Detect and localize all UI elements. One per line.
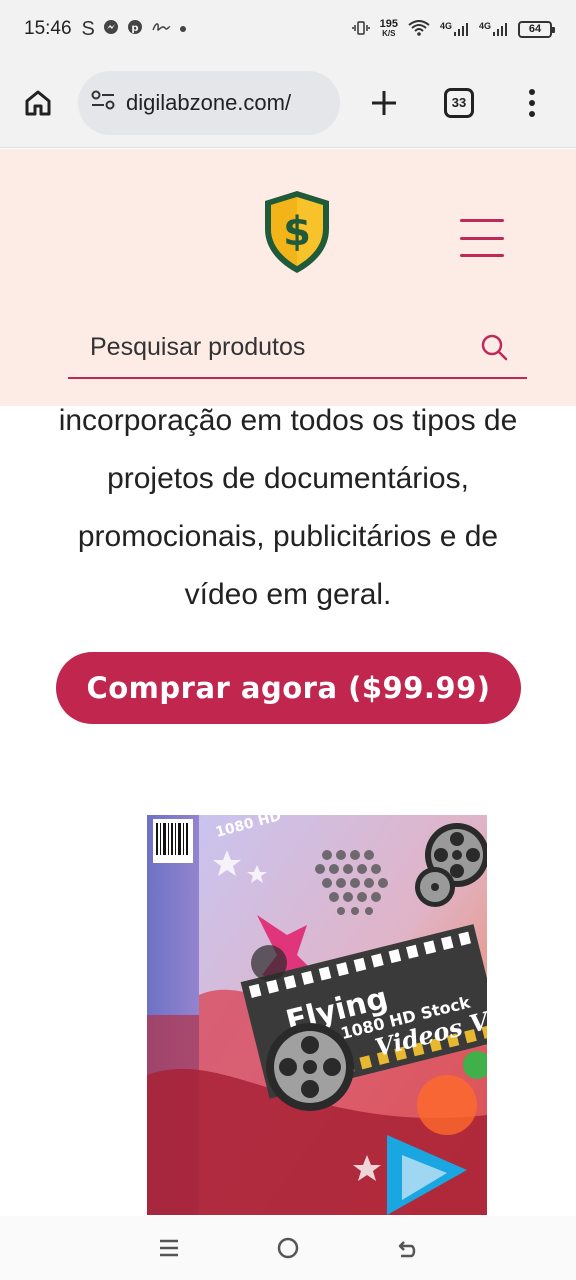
- url-text[interactable]: digilabzone.com/: [126, 90, 291, 116]
- description-line: vídeo em geral.: [184, 578, 392, 611]
- shield-dollar-logo[interactable]: $: [262, 189, 332, 275]
- plus-icon: [372, 90, 396, 115]
- recent-apps-button[interactable]: [154, 1233, 184, 1263]
- battery-icon: 64: [518, 20, 555, 38]
- hamburger-line: [460, 236, 504, 240]
- home-icon: [25, 90, 51, 115]
- network-speed: 195 K/S: [379, 18, 398, 39]
- tab-switcher-button[interactable]: 33: [444, 87, 474, 118]
- back-icon: [398, 1241, 415, 1258]
- buy-now-button[interactable]: Comprar agora ($99.99): [56, 652, 521, 724]
- signal-icon-2: 4G: [479, 21, 508, 37]
- home-button[interactable]: [20, 85, 56, 121]
- status-time: 15:46: [24, 18, 72, 39]
- circle-home-icon: [277, 1237, 299, 1259]
- hamburger-line: [460, 254, 504, 257]
- svg-text:p: p: [131, 23, 138, 34]
- product-description: incorporação em todos os tipos de projet…: [0, 392, 576, 624]
- dot-icon: [179, 20, 187, 38]
- address-bar[interactable]: digilabzone.com/: [78, 70, 340, 135]
- new-tab-button[interactable]: [366, 85, 402, 121]
- search-icon[interactable]: [479, 332, 509, 362]
- system-nav-bar: [0, 1216, 576, 1280]
- status-bar: 15:46 S p 195 K/S 4G 4G 64: [0, 0, 576, 58]
- back-button[interactable]: [392, 1233, 422, 1263]
- search-input[interactable]: [68, 332, 479, 362]
- header-overlap: [0, 392, 576, 406]
- wifi-icon: [408, 19, 430, 39]
- description-line: projetos de documentários,: [107, 462, 469, 495]
- menu-button[interactable]: [460, 219, 504, 257]
- description-line: promocionais, publicitários e de: [77, 520, 499, 553]
- product-box-image[interactable]: 1080 HD Flying 1080 HD Stock Videos V2: [147, 815, 487, 1215]
- site-settings-icon[interactable]: [90, 89, 116, 116]
- signal-icon-1: 4G: [440, 21, 469, 37]
- browser-menu-button[interactable]: [526, 85, 538, 121]
- home-nav-button[interactable]: [273, 1233, 303, 1263]
- messenger-icon: [103, 19, 119, 40]
- svg-text:$: $: [283, 209, 311, 255]
- hamburger-line: [460, 219, 504, 222]
- recent-apps-icon: [160, 1239, 179, 1257]
- product-search: [68, 317, 527, 379]
- browser-toolbar: digilabzone.com/ 33: [0, 58, 576, 148]
- signature-icon: [151, 20, 171, 39]
- s-icon: S: [81, 17, 95, 40]
- vibrate-icon: [351, 19, 370, 40]
- site-header: $: [0, 149, 576, 405]
- pinterest-icon: p: [127, 19, 143, 40]
